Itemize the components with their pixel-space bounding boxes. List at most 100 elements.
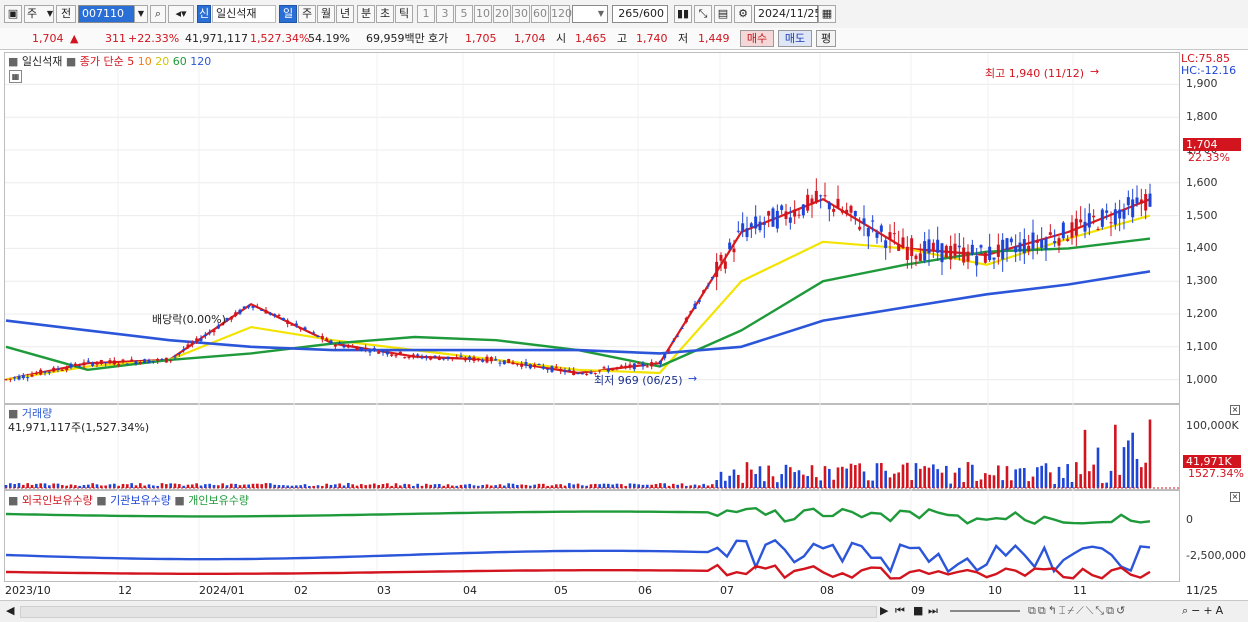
volume-bar — [771, 476, 775, 488]
volume-bar — [338, 483, 341, 488]
candle-body — [619, 365, 623, 367]
candle-body — [892, 233, 896, 235]
volume-bar — [1140, 467, 1143, 488]
volume-bar — [862, 471, 866, 488]
scroll-right-icon[interactable]: ▶ — [880, 604, 888, 617]
candle-body — [147, 360, 151, 364]
volume-bar — [572, 484, 575, 488]
candle-body — [788, 217, 792, 223]
candle-body — [901, 237, 905, 249]
volume-bar — [637, 484, 640, 488]
candle-body — [1113, 209, 1117, 225]
candle-body — [567, 369, 571, 371]
holdings-line-foreign — [5, 563, 1151, 580]
drawing-tools[interactable]: ⧉⧉↰⌶⌿⟋⟍⤡⧉↺ — [1028, 604, 1127, 618]
candle-body — [524, 362, 528, 366]
volume-bar — [113, 483, 116, 488]
volume-bar — [169, 483, 172, 488]
candle-body — [173, 356, 177, 358]
volume-bar — [962, 482, 965, 488]
candle-body — [130, 359, 134, 362]
candle-body — [996, 244, 1000, 257]
volume-bar — [165, 484, 168, 488]
xaxis-label: 04 — [463, 584, 477, 597]
volume-bar — [347, 483, 350, 488]
candle-body — [156, 358, 160, 361]
holdings-line-individual — [5, 506, 1151, 525]
candle-body — [251, 306, 255, 308]
volume-bar — [95, 484, 99, 488]
candle-body — [95, 363, 99, 365]
holdings-legend: ■ 외국인보유수량 ■ 기관보유수량 ■ 개인보유수량 — [8, 492, 249, 508]
volume-bar — [1101, 483, 1104, 488]
candle-body — [944, 245, 948, 258]
zoom-slider[interactable] — [950, 610, 1020, 612]
first-page-icon[interactable]: ⏮ — [895, 604, 905, 618]
candle-body — [398, 351, 402, 355]
volume-bar — [1079, 474, 1082, 488]
volume-bar — [728, 475, 731, 488]
stop-icon[interactable]: ■ — [913, 604, 923, 617]
dividend-annotation: 배당락(0.00%) — [152, 313, 226, 326]
candle-body — [502, 360, 506, 365]
candle-body — [784, 211, 788, 219]
horizontal-scrollbar[interactable] — [20, 606, 877, 618]
volume-bar — [906, 462, 909, 488]
volume-bar — [91, 483, 94, 488]
candle-body — [962, 247, 966, 263]
legend-ma5: 5 — [127, 55, 135, 68]
current-price-tag: 1,704 — [1183, 138, 1241, 151]
close-icon[interactable]: × — [1230, 492, 1240, 502]
candle-body — [281, 317, 285, 321]
volume-bar — [1131, 432, 1134, 488]
volume-bar — [849, 463, 853, 488]
candle-body — [723, 261, 727, 269]
volume-bar — [303, 484, 307, 488]
candle-body — [325, 338, 329, 341]
xaxis-label: 2024/01 — [199, 584, 245, 597]
close-icon[interactable]: × — [1230, 405, 1240, 415]
candle-body — [1048, 232, 1052, 235]
volume-bar — [121, 483, 125, 488]
volume-bar — [988, 474, 991, 488]
volume-bar — [360, 484, 363, 488]
candle-body — [1092, 215, 1096, 218]
scroll-left-icon[interactable]: ◀ — [6, 604, 14, 617]
volume-bar — [750, 469, 753, 488]
candle-body — [949, 245, 953, 260]
volume-bar — [1062, 477, 1065, 488]
xaxis-label: 09 — [911, 584, 925, 597]
price-ytick: 1,300 — [1186, 274, 1218, 288]
volume-bar — [1010, 480, 1013, 488]
volume-bar — [238, 485, 242, 488]
volume-bar — [1040, 465, 1043, 488]
volume-bar — [251, 483, 255, 488]
candle-body — [923, 241, 927, 261]
candle-body — [541, 366, 545, 369]
volume-bar — [1118, 474, 1121, 488]
candle-body — [355, 347, 359, 351]
candle-body — [82, 362, 86, 366]
candle-body — [1031, 232, 1035, 249]
table-icon[interactable]: ▦ — [9, 70, 22, 83]
volume-bar — [17, 483, 21, 488]
candle-body — [229, 316, 233, 320]
volume-bar — [598, 484, 601, 488]
candle-body — [203, 334, 207, 337]
volume-bar — [611, 484, 614, 488]
volume-bar — [1135, 458, 1139, 488]
volume-bar — [39, 483, 42, 488]
volume-bar — [758, 466, 762, 488]
legend-marker-icon: ■ — [96, 494, 107, 507]
last-page-icon[interactable]: ⏭ — [928, 604, 938, 618]
price-legend: ■ 일신석재 ■ 종가 단순 5 10 20 60 120 — [8, 53, 211, 69]
volume-bar — [108, 484, 112, 488]
candle-body — [225, 317, 229, 321]
xaxis-label: 12 — [118, 584, 132, 597]
candle-body — [312, 332, 316, 334]
zoom-tools[interactable]: ⌕−+A — [1182, 604, 1226, 618]
candle-body — [611, 368, 615, 371]
candle-body — [931, 242, 935, 250]
volume-bar — [841, 466, 844, 488]
volume-bar — [927, 467, 931, 488]
